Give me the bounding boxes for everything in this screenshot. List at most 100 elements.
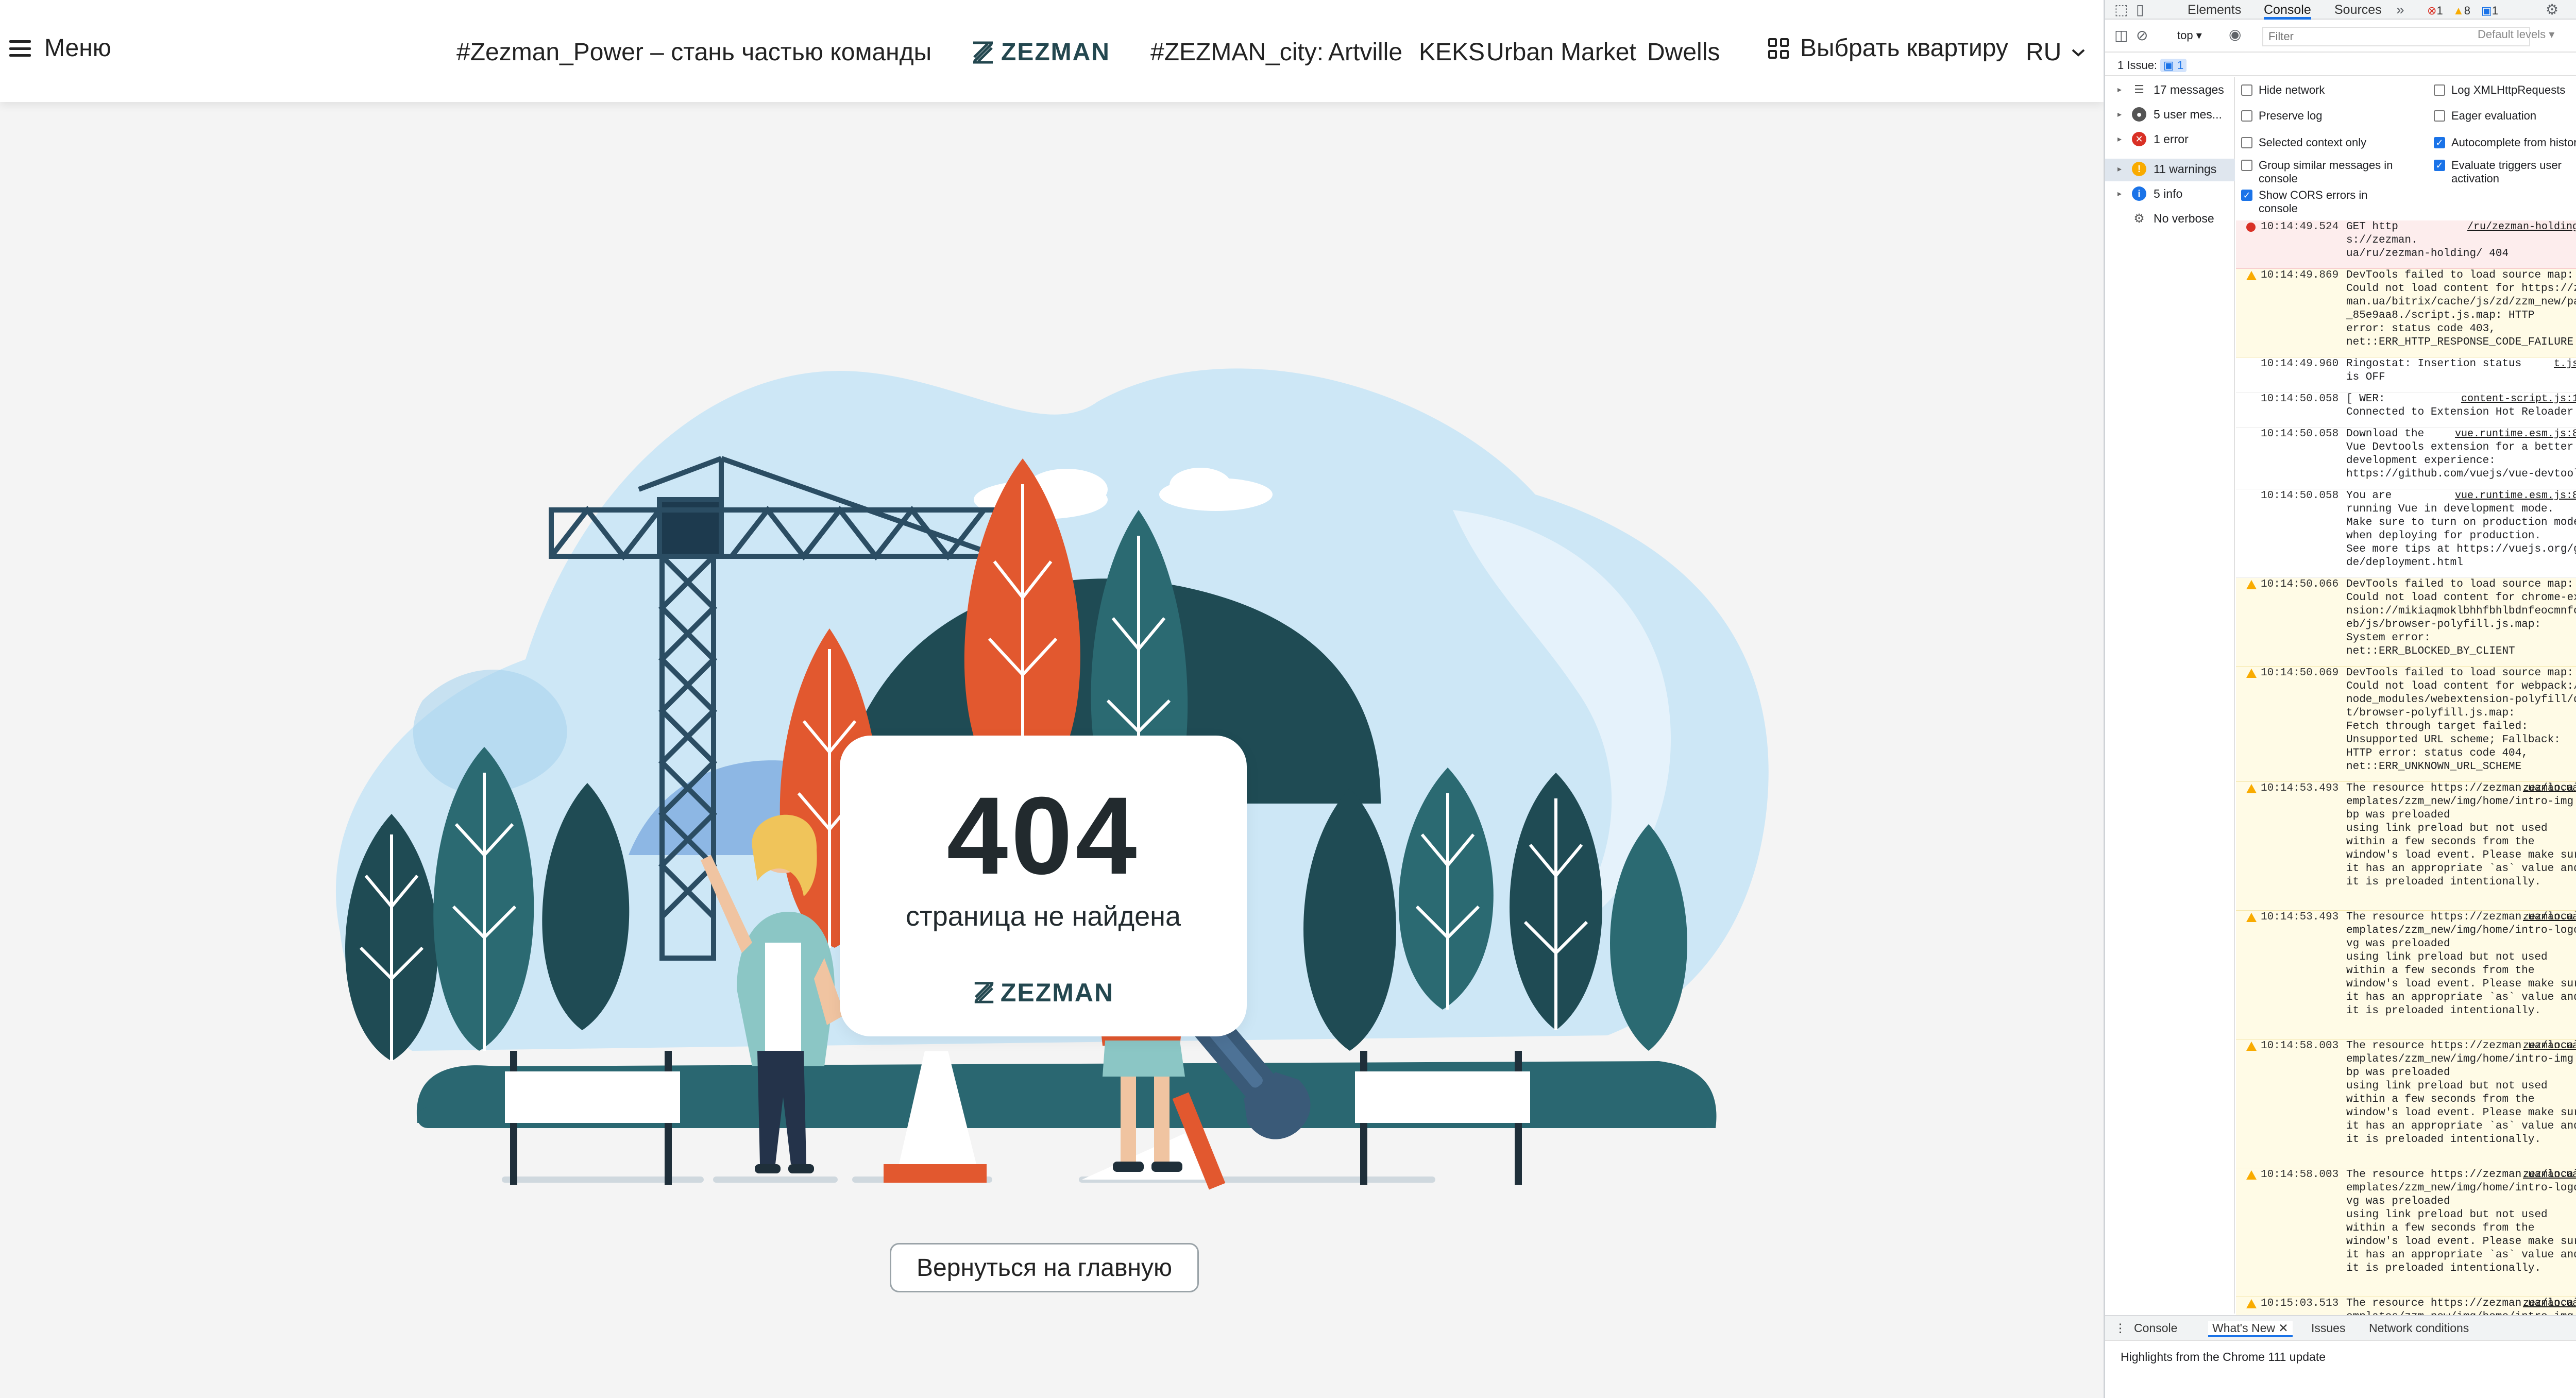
city-link-keks[interactable]: KEKS bbox=[1419, 36, 1485, 69]
tab-console[interactable]: Console bbox=[2264, 2, 2311, 20]
devtools-drawer: ⋮ Console What's New ✕ Issues Network co… bbox=[2105, 1315, 2576, 1398]
drawer-tab-network-conditions[interactable]: Network conditions bbox=[2369, 1321, 2469, 1335]
context-label: top bbox=[2177, 29, 2193, 42]
message-source-link[interactable]: zezman.ua/:1 bbox=[2523, 1168, 2576, 1182]
preserve-log-checkbox[interactable]: Preserve log bbox=[2241, 109, 2323, 123]
context-selector[interactable]: top ▾ bbox=[2177, 29, 2202, 42]
sidebar-item-user-messages[interactable]: ▸ ● 5 user mes... bbox=[2117, 107, 2222, 122]
website-viewport: Меню #Zezman_Power – стань частью команд… bbox=[0, 0, 2104, 1398]
close-tab-icon[interactable]: ✕ bbox=[2278, 1321, 2288, 1335]
info-icon: i bbox=[2132, 186, 2146, 201]
message-timestamp: 10:14:49.869 bbox=[2261, 269, 2339, 281]
checkbox-box bbox=[2434, 84, 2445, 96]
warning-icon bbox=[2246, 1299, 2257, 1308]
message-source-link[interactable]: vue.runtime.esm.js:8418 bbox=[2455, 428, 2576, 441]
evaluate-triggers-checkbox[interactable]: ✓ Evaluate triggers user activation bbox=[2434, 159, 2576, 185]
menu-button[interactable]: Меню bbox=[9, 32, 111, 65]
message-source-link[interactable]: zezman.ua/:1 bbox=[2523, 782, 2576, 795]
choose-flat-button[interactable]: Выбрать квартиру bbox=[1768, 32, 2008, 65]
sidebar-item-messages[interactable]: ▸ ☰ 17 messages bbox=[2117, 82, 2224, 97]
message-text: The resource https://zezman.ua/local/tem… bbox=[2346, 782, 2576, 888]
warning-icon: ! bbox=[2132, 162, 2146, 176]
drawer-tab-console[interactable]: Console bbox=[2134, 1321, 2177, 1335]
eager-evaluation-checkbox[interactable]: Eager evaluation bbox=[2434, 109, 2536, 123]
eye-icon[interactable]: ◉ bbox=[2229, 27, 2241, 42]
message-timestamp: 10:14:50.058 bbox=[2261, 428, 2339, 440]
message-text: The resource https://zezman.ua/local/tem… bbox=[2346, 911, 2576, 1017]
city-link-urban-market[interactable]: Urban Market bbox=[1486, 36, 1636, 69]
chevron-down-icon bbox=[2072, 49, 2085, 57]
language-selector[interactable]: RU bbox=[2026, 36, 2086, 69]
zezman-logo-icon bbox=[973, 41, 993, 64]
error-icon: ✕ bbox=[2132, 132, 2146, 146]
promo-link[interactable]: #Zezman_Power – стань частью команды bbox=[456, 36, 931, 69]
message-source-link[interactable]: zezman.ua/:1 bbox=[2523, 911, 2576, 924]
site-logo[interactable]: ZEZMAN bbox=[971, 36, 1110, 69]
selected-context-checkbox[interactable]: Selected context only bbox=[2241, 136, 2366, 149]
city-link-artville[interactable]: Artville bbox=[1328, 36, 1402, 69]
tab-sources[interactable]: Sources bbox=[2334, 2, 2382, 18]
console-message-warning: 10:14:53.493 The resource https://zezman.… bbox=[2236, 911, 2576, 1039]
menu-label: Меню bbox=[44, 35, 111, 62]
message-source-link[interactable]: content-script.js:1243 bbox=[2461, 393, 2576, 406]
message-source-link[interactable]: vue.runtime.esm.js:8428 bbox=[2455, 489, 2576, 503]
sidebar-toggle-icon[interactable]: ◫ bbox=[2114, 28, 2128, 43]
message-source-link[interactable]: t.js:13 bbox=[2554, 357, 2576, 371]
info-count-badge[interactable]: ▣1 bbox=[2481, 3, 2498, 19]
autocomplete-checkbox[interactable]: ✓ Autocomplete from history bbox=[2434, 136, 2576, 149]
console-message-warning: 10:14:58.003 The resource https://zezman.… bbox=[2236, 1039, 2576, 1168]
list-icon: ☰ bbox=[2134, 83, 2144, 96]
checkbox-box bbox=[2241, 110, 2252, 122]
card-logo-text: ZEZMAN bbox=[1000, 978, 1114, 1007]
sidebar-item-warnings[interactable]: ▸! 11 warnings bbox=[2117, 162, 2216, 176]
device-toolbar-icon[interactable]: ▯ bbox=[2136, 2, 2144, 18]
log-xhr-checkbox[interactable]: Log XMLHttpRequests bbox=[2434, 83, 2565, 97]
gear-icon[interactable]: ⚙ bbox=[2546, 2, 2558, 18]
city-link-dwells[interactable]: Dwells bbox=[1647, 36, 1720, 69]
group-similar-checkbox[interactable]: Group similar messages in console bbox=[2241, 159, 2406, 185]
message-source-link[interactable]: /ru/zezman-holding/:1 bbox=[2467, 220, 2576, 234]
message-timestamp: 10:15:03.513 bbox=[2261, 1298, 2339, 1309]
drawer-tab-issues[interactable]: Issues bbox=[2311, 1321, 2345, 1335]
choose-flat-label: Выбрать квартиру bbox=[1800, 35, 2008, 62]
message-source-link[interactable]: zezman.ua/:1 bbox=[2523, 1297, 2576, 1310]
console-message-log: 10:14:50.058 You are running Vue in devel… bbox=[2236, 489, 2576, 578]
error-code: 404 bbox=[946, 774, 1140, 897]
more-tabs-icon[interactable]: » bbox=[2396, 2, 2404, 18]
warning-icon bbox=[2246, 784, 2257, 793]
checkbox-box bbox=[2241, 160, 2252, 171]
log-levels-dropdown[interactable]: Default levels ▾ bbox=[2478, 28, 2554, 41]
hide-network-checkbox[interactable]: Hide network bbox=[2241, 83, 2325, 97]
back-home-button[interactable]: Вернуться на главную bbox=[890, 1243, 1199, 1292]
logo-text: ZEZMAN bbox=[1001, 39, 1110, 66]
message-timestamp: 10:14:53.493 bbox=[2261, 911, 2339, 923]
drawer-menu-icon[interactable]: ⋮ bbox=[2114, 1321, 2126, 1335]
message-timestamp: 10:14:58.003 bbox=[2261, 1040, 2339, 1052]
message-text: DevTools failed to load source map: Coul… bbox=[2346, 578, 2576, 657]
sidebar-item-errors[interactable]: ▸ ✕ 1 error bbox=[2117, 132, 2189, 146]
error-count-badge[interactable]: ⊗1 bbox=[2427, 3, 2443, 19]
console-settings: Hide network Preserve log Selected conte… bbox=[2236, 77, 2576, 224]
user-icon: ● bbox=[2132, 107, 2146, 122]
sidebar-item-info[interactable]: ▸ i 5 info bbox=[2117, 186, 2182, 201]
hamburger-icon bbox=[9, 40, 31, 57]
issues-summary: 1 Issue: ▣ 1 bbox=[2117, 59, 2187, 72]
show-cors-checkbox[interactable]: ✓ Show CORS errors in console bbox=[2241, 189, 2406, 215]
sidebar-item-verbose[interactable]: ⚙ No verbose bbox=[2117, 211, 2214, 226]
error-message: страница не найдена bbox=[905, 901, 1181, 932]
site-header: Меню #Zezman_Power – стань частью команд… bbox=[0, 0, 2104, 102]
message-text: DevTools failed to load source map: Coul… bbox=[2346, 667, 2576, 773]
city-label: #ZEZMAN_city: bbox=[1150, 39, 1324, 66]
warning-count-badge[interactable]: ▲8 bbox=[2453, 3, 2470, 19]
checkbox-box bbox=[2241, 137, 2252, 148]
inspect-icon[interactable]: ⬚ bbox=[2114, 2, 2128, 18]
tab-elements[interactable]: Elements bbox=[2188, 2, 2241, 18]
drawer-tab-whats-new[interactable]: What's New ✕ bbox=[2208, 1321, 2293, 1337]
console-message-warning: 10:14:50.069 DevTools failed to load sour… bbox=[2236, 667, 2576, 782]
message-timestamp: 10:14:50.066 bbox=[2261, 578, 2339, 590]
issues-bar[interactable]: 1 Issue: ▣ 1 bbox=[2105, 54, 2576, 76]
console-message-log: 10:14:50.058[ WER: Connected to Extensio… bbox=[2236, 393, 2576, 428]
message-source-link[interactable]: zezman.ua/:1 bbox=[2523, 1039, 2576, 1053]
clear-console-icon[interactable]: ⊘ bbox=[2136, 28, 2148, 43]
warning-icon bbox=[2246, 271, 2257, 280]
